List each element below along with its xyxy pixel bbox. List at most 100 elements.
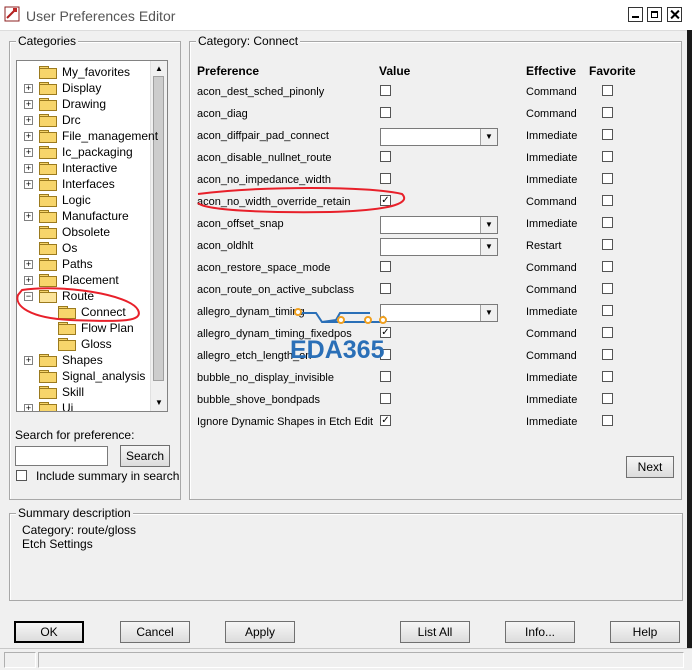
value-header: Value <box>379 64 411 78</box>
favorite-checkbox[interactable] <box>602 393 613 404</box>
preference-row: allegro_dynam_timing_fixedpos ✓ Command <box>197 324 637 346</box>
app-icon <box>4 6 20 22</box>
search-input[interactable] <box>15 446 108 466</box>
favorite-checkbox[interactable] <box>602 129 613 140</box>
preference-row: acon_diag Command <box>197 104 637 126</box>
preference-effective: Command <box>526 328 577 340</box>
info-button[interactable]: Info... <box>505 621 575 643</box>
expand-icon[interactable]: + <box>24 276 33 285</box>
favorite-checkbox[interactable] <box>602 239 613 250</box>
favorite-checkbox[interactable] <box>602 217 613 228</box>
preference-effective: Immediate <box>526 394 578 406</box>
chevron-down-icon[interactable]: ▼ <box>480 217 497 233</box>
tree-item-label: Skill <box>62 385 85 399</box>
favorite-checkbox[interactable] <box>602 283 613 294</box>
category-tree[interactable]: ▲ ▼ My_favorites + Display + Drawing + Drc + Fil… <box>16 60 168 412</box>
folder-icon <box>39 130 57 143</box>
preference-value-dropdown[interactable]: ▼ <box>380 216 498 234</box>
expand-icon[interactable]: + <box>24 356 33 365</box>
favorite-checkbox[interactable] <box>602 85 613 96</box>
preference-name: acon_dest_sched_pinonly <box>197 86 325 98</box>
preference-row: Ignore Dynamic Shapes in Etch Edit ✓ Immed… <box>197 412 637 434</box>
cancel-button[interactable]: Cancel <box>120 621 190 643</box>
folder-icon <box>39 194 57 207</box>
preference-value-dropdown[interactable]: ▼ <box>380 128 498 146</box>
preference-value-checkbox[interactable] <box>380 173 391 184</box>
preference-effective: Immediate <box>526 306 578 318</box>
maximize-button[interactable] <box>647 7 662 22</box>
preference-value-dropdown[interactable]: ▼ <box>380 238 498 256</box>
folder-icon <box>39 98 57 111</box>
expand-icon[interactable]: + <box>24 212 33 221</box>
preference-value-checkbox[interactable] <box>380 283 391 294</box>
list-all-button[interactable]: List All <box>400 621 470 643</box>
preference-value-checkbox[interactable]: ✓ <box>380 195 391 206</box>
expand-icon[interactable]: + <box>24 100 33 109</box>
favorite-checkbox[interactable] <box>602 195 613 206</box>
favorite-checkbox[interactable] <box>602 305 613 316</box>
tree-item-label: Manufacture <box>62 209 129 223</box>
summary-description: Etch Settings <box>22 537 93 551</box>
scroll-thumb[interactable] <box>153 76 164 381</box>
expand-icon[interactable]: + <box>24 180 33 189</box>
chevron-down-icon[interactable]: ▼ <box>480 239 497 255</box>
favorite-checkbox[interactable] <box>602 327 613 338</box>
include-summary-checkbox[interactable] <box>16 470 27 481</box>
preference-value-checkbox[interactable] <box>380 371 391 382</box>
preference-value-checkbox[interactable] <box>380 261 391 272</box>
expand-icon[interactable]: + <box>24 116 33 125</box>
preference-name: acon_no_width_override_retain <box>197 196 351 208</box>
tree-item-label: Drawing <box>62 97 107 111</box>
expand-icon[interactable]: + <box>24 84 33 93</box>
leaf-marker <box>24 372 33 381</box>
close-button[interactable] <box>667 7 682 22</box>
favorite-checkbox[interactable] <box>602 151 613 162</box>
favorite-checkbox[interactable] <box>602 349 613 360</box>
preference-value-checkbox[interactable] <box>380 151 391 162</box>
folder-icon <box>39 242 57 255</box>
preference-value-checkbox[interactable] <box>380 107 391 118</box>
preference-value-checkbox[interactable] <box>380 393 391 404</box>
favorite-checkbox[interactable] <box>602 107 613 118</box>
search-label: Search for preference: <box>15 428 135 442</box>
scroll-down-icon[interactable]: ▼ <box>152 396 166 410</box>
preference-row: acon_no_width_override_retain ✓ Command <box>197 192 637 214</box>
help-button[interactable]: Help <box>610 621 680 643</box>
ok-button[interactable]: OK <box>14 621 84 643</box>
apply-button[interactable]: Apply <box>225 621 295 643</box>
next-button[interactable]: Next <box>626 456 674 478</box>
checkmark-icon: ✓ <box>381 415 390 426</box>
expand-icon[interactable]: + <box>24 132 33 141</box>
tree-scrollbar[interactable]: ▲ ▼ <box>150 61 167 411</box>
expand-icon[interactable]: + <box>24 260 33 269</box>
favorite-checkbox[interactable] <box>602 173 613 184</box>
favorite-checkbox[interactable] <box>602 261 613 272</box>
search-button[interactable]: Search <box>120 445 170 467</box>
preference-effective: Command <box>526 108 577 120</box>
folder-icon <box>39 178 57 191</box>
chevron-down-icon[interactable]: ▼ <box>480 305 497 321</box>
preference-name: acon_disable_nullnet_route <box>197 152 332 164</box>
folder-icon <box>39 402 57 411</box>
category-panel-label: Category: Connect <box>196 34 301 48</box>
preference-name: Ignore Dynamic Shapes in Etch Edit <box>197 416 374 428</box>
collapse-icon[interactable]: − <box>24 292 33 301</box>
favorite-checkbox[interactable] <box>602 415 613 426</box>
preference-effective: Immediate <box>526 416 578 428</box>
scroll-up-icon[interactable]: ▲ <box>152 62 166 76</box>
tree-item-label: Placement <box>62 273 119 287</box>
leaf-marker <box>24 196 33 205</box>
folder-icon <box>58 338 76 351</box>
expand-icon[interactable]: + <box>24 164 33 173</box>
minimize-button[interactable] <box>628 7 643 22</box>
preference-value-dropdown[interactable]: ▼ <box>380 304 498 322</box>
preference-value-checkbox[interactable] <box>380 85 391 96</box>
preference-effective: Immediate <box>526 130 578 142</box>
favorite-checkbox[interactable] <box>602 371 613 382</box>
chevron-down-icon[interactable]: ▼ <box>480 129 497 145</box>
expand-icon[interactable]: + <box>24 148 33 157</box>
preference-value-checkbox[interactable]: ✓ <box>380 415 391 426</box>
folder-icon <box>39 114 57 127</box>
expand-icon[interactable]: + <box>24 404 33 411</box>
preference-name: acon_diffpair_pad_connect <box>197 130 329 142</box>
